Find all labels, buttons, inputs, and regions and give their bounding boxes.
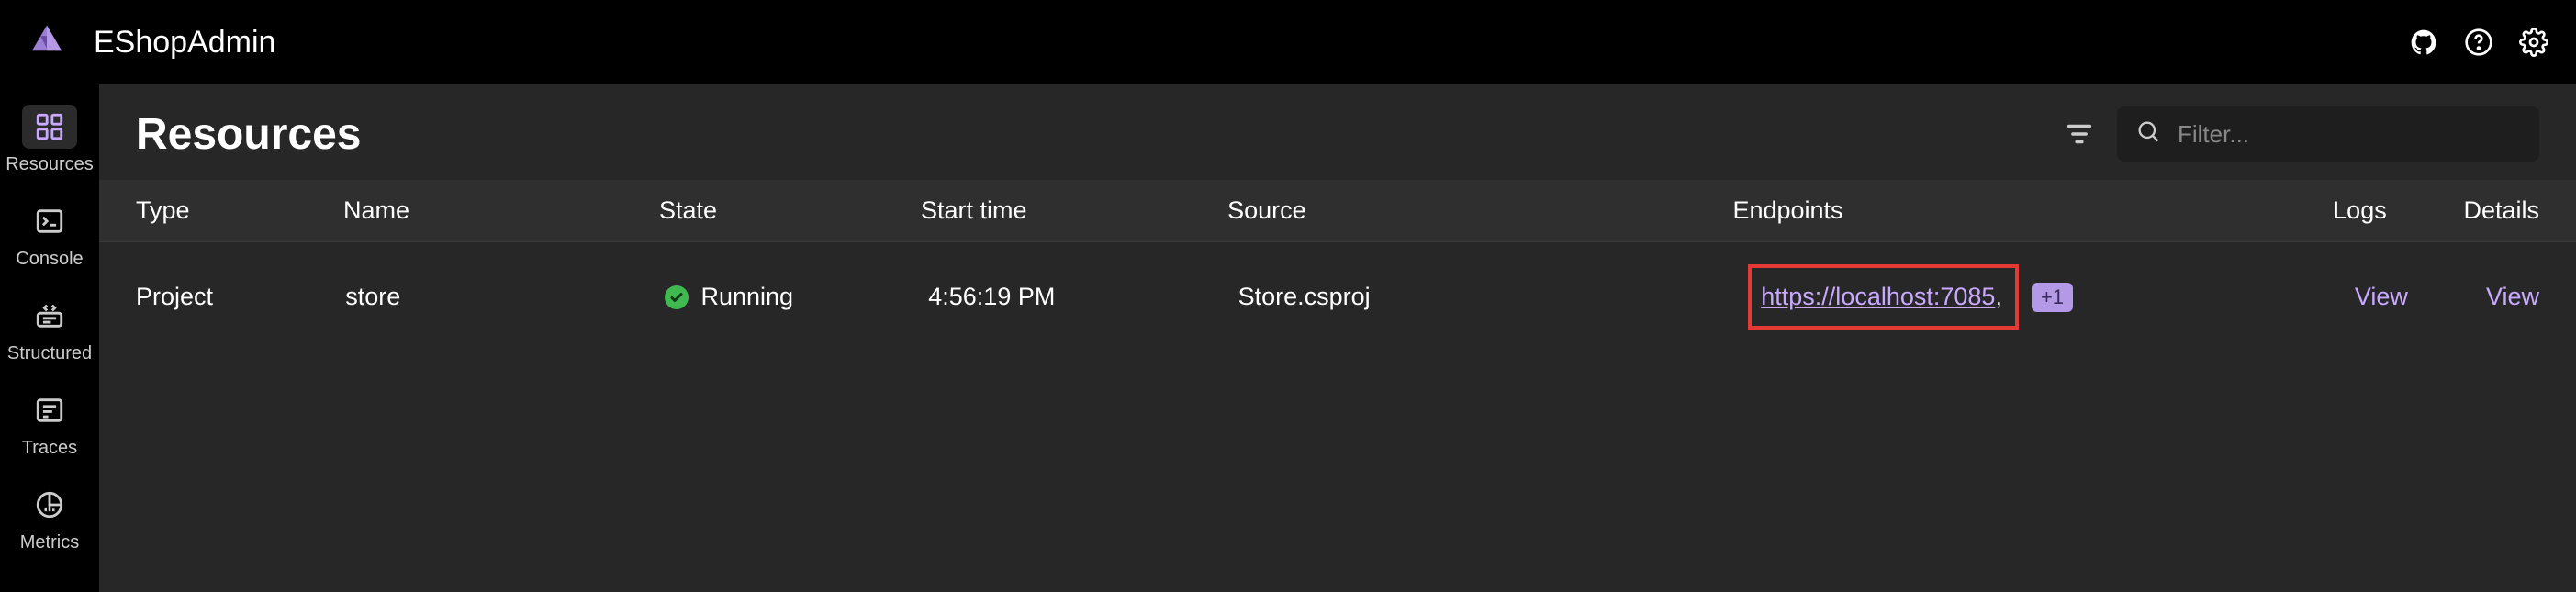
sidebar-item-label: Metrics — [20, 532, 79, 553]
search-box[interactable] — [2117, 106, 2539, 162]
cell-details: View — [2486, 283, 2539, 311]
col-header-logs[interactable]: Logs — [2256, 196, 2463, 225]
endpoint-separator: , — [1995, 283, 2002, 311]
github-icon[interactable] — [2407, 26, 2440, 59]
endpoint-highlight: https://localhost:7085, — [1748, 264, 2019, 330]
settings-icon[interactable] — [2517, 26, 2550, 59]
cell-type: Project — [136, 283, 345, 311]
cell-endpoints: https://localhost:7085, +1 — [1748, 264, 2277, 330]
cell-start: 4:56:19 PM — [928, 283, 1238, 311]
help-icon[interactable] — [2462, 26, 2495, 59]
table-header: Type Name State Start time Source Endpoi… — [99, 180, 2576, 241]
endpoint-link[interactable]: https://localhost:7085 — [1761, 283, 1995, 311]
col-header-name[interactable]: Name — [343, 196, 659, 225]
sidebar-item-console[interactable]: Console — [0, 188, 99, 283]
console-icon — [34, 206, 65, 237]
col-header-start[interactable]: Start time — [921, 196, 1227, 225]
sidebar-item-metrics[interactable]: Metrics — [0, 472, 99, 566]
topbar-actions — [2407, 26, 2550, 59]
cell-state: Running — [665, 283, 929, 311]
topbar: EShopAdmin — [0, 0, 2576, 84]
sidebar-item-label: Traces — [22, 438, 77, 459]
col-header-source[interactable]: Source — [1227, 196, 1732, 225]
col-header-state[interactable]: State — [659, 196, 921, 225]
table-row: Project store Running 4:56:19 PM Store.c… — [99, 241, 2576, 352]
page-title: Resources — [136, 109, 2064, 160]
col-header-endpoints[interactable]: Endpoints — [1732, 196, 2256, 225]
cell-logs: View — [2277, 283, 2486, 311]
endpoint-more-badge[interactable]: +1 — [2032, 283, 2073, 312]
state-text: Running — [701, 283, 794, 311]
app-logo-icon — [26, 21, 68, 63]
traces-icon — [34, 395, 65, 426]
sidebar-item-label: Resources — [6, 154, 94, 175]
col-header-details[interactable]: Details — [2463, 196, 2539, 225]
col-header-type[interactable]: Type — [136, 196, 343, 225]
sidebar: Resources Console — [0, 84, 99, 592]
sidebar-item-label: Console — [16, 249, 83, 270]
grid-icon — [34, 111, 65, 142]
filter-icon[interactable] — [2064, 118, 2095, 150]
sidebar-item-traces[interactable]: Traces — [0, 377, 99, 472]
main-content: Resources — [99, 84, 2576, 592]
sidebar-item-structured[interactable]: Structured — [0, 283, 99, 377]
cell-source: Store.csproj — [1238, 283, 1749, 311]
status-running-icon — [665, 285, 689, 309]
metrics-icon — [34, 489, 65, 520]
sidebar-item-resources[interactable]: Resources — [0, 94, 99, 188]
logs-view-link[interactable]: View — [2355, 283, 2408, 310]
cell-name: store — [345, 283, 664, 311]
structured-icon — [34, 300, 65, 331]
app-title: EShopAdmin — [94, 25, 2407, 61]
details-view-link[interactable]: View — [2486, 283, 2539, 310]
search-input[interactable] — [2178, 120, 2521, 149]
sidebar-item-label: Structured — [7, 343, 92, 364]
search-icon — [2135, 118, 2161, 151]
